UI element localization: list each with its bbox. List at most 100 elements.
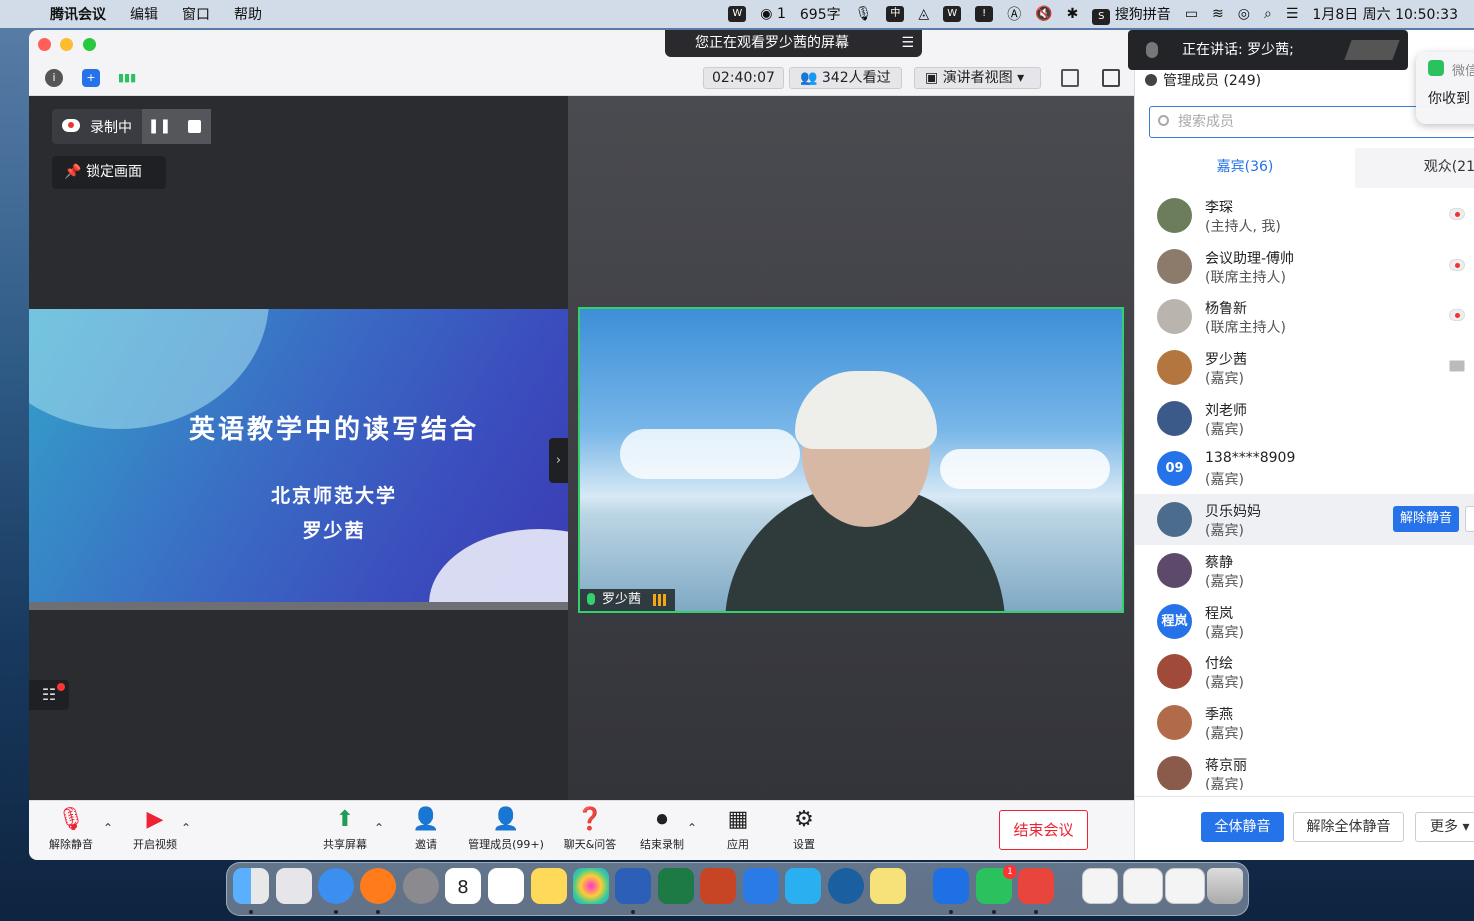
video-options-caret-icon[interactable]: ⌃ xyxy=(181,821,191,835)
menu-help[interactable]: 帮助 xyxy=(234,4,262,24)
wps-icon[interactable] xyxy=(1018,868,1054,904)
minimize-window-button[interactable] xyxy=(60,38,73,51)
member-row[interactable]: 蔡静 (嘉宾) xyxy=(1135,545,1474,596)
member-row[interactable]: 贝乐妈妈 (嘉宾) 解除静音 xyxy=(1135,494,1474,545)
menu-window[interactable]: 窗口 xyxy=(182,4,210,24)
bluetooth-icon[interactable]: ✱ xyxy=(1067,6,1079,22)
slide-author: 罗少茜 xyxy=(302,520,366,542)
zoom-window-button[interactable] xyxy=(83,38,96,51)
member-row[interactable]: 杨鲁新 (联席主持人) xyxy=(1135,291,1474,342)
unmute-all-button[interactable]: 解除全体静音 xyxy=(1293,812,1404,842)
keynote-icon[interactable] xyxy=(743,868,779,904)
member-row[interactable]: 季燕 (嘉宾) xyxy=(1135,697,1474,748)
member-row[interactable]: 程岚 程岚 (嘉宾) xyxy=(1135,596,1474,647)
presenter-video[interactable]: 罗少茜 xyxy=(578,307,1124,613)
wps-icon[interactable]: W xyxy=(728,6,747,22)
launchpad-icon[interactable] xyxy=(276,868,312,904)
menu-app-name[interactable]: 腾讯会议 xyxy=(50,4,106,24)
record-options-caret-icon[interactable]: ⌃ xyxy=(687,821,697,835)
video-off-icon: ▶ xyxy=(146,807,164,832)
mute-icon[interactable]: 🔇 xyxy=(1035,6,1052,22)
apps-button[interactable]: ▦ 应用 xyxy=(723,807,753,852)
fullscreen-icon[interactable] xyxy=(1061,69,1079,87)
mute-all-button[interactable]: 全体静音 xyxy=(1201,812,1284,842)
close-window-button[interactable] xyxy=(38,38,51,51)
stickies-icon[interactable] xyxy=(870,868,906,904)
control-center-icon[interactable]: ☰ xyxy=(1286,6,1299,22)
collapse-video-button[interactable]: › xyxy=(549,438,568,483)
tab-guests[interactable]: 嘉宾(36) xyxy=(1135,148,1355,188)
member-row[interactable]: 罗少茜 (嘉宾) xyxy=(1135,342,1474,393)
recording-label: 录制中 xyxy=(90,120,132,136)
chat-qa-button[interactable]: ❓ 聊天&问答 xyxy=(561,807,619,852)
start-video-button[interactable]: ▶ 开启视频 xyxy=(129,807,181,852)
menu-lines-icon[interactable]: ☰ xyxy=(901,30,914,57)
photos-icon[interactable] xyxy=(573,868,609,904)
firefox-icon[interactable] xyxy=(360,868,396,904)
end-recording-button[interactable]: ⏺ 结束录制 xyxy=(635,807,689,852)
member-list-fab[interactable]: ☷ xyxy=(29,680,69,710)
member-row[interactable]: 蒋京丽 (嘉宾) xyxy=(1135,748,1474,790)
view-mode-dropdown[interactable]: ▣ 演讲者视图 ▾ xyxy=(914,67,1041,89)
sogou-ime[interactable]: S 搜狗拼音 xyxy=(1092,4,1171,25)
system-preferences-icon[interactable] xyxy=(403,868,439,904)
excel-icon[interactable] xyxy=(658,868,694,904)
manage-members-button[interactable]: 👤 管理成员(99+) xyxy=(465,807,547,852)
tab-audience[interactable]: 观众(21 xyxy=(1355,148,1474,188)
wd-drive-icon[interactable]: W xyxy=(943,6,962,22)
document-stack-icon[interactable] xyxy=(1082,868,1118,904)
trash-icon[interactable] xyxy=(1207,868,1243,904)
word-icon[interactable] xyxy=(615,868,651,904)
more-button[interactable]: 更多 ▾ xyxy=(1415,812,1474,842)
side-panel-toggle-icon[interactable] xyxy=(1102,69,1120,87)
invite-button[interactable]: 👤 邀请 xyxy=(409,807,443,852)
wechat-notification[interactable]: 微信 你收到 xyxy=(1416,52,1474,124)
ime-cn-icon[interactable]: 中 xyxy=(886,6,905,22)
share-options-caret-icon[interactable]: ⌃ xyxy=(374,821,384,835)
safari-icon[interactable] xyxy=(318,868,354,904)
share-screen-button[interactable]: ⬆ 共享屏幕 xyxy=(319,807,371,852)
signal-bars-icon[interactable]: ▮▮▮ xyxy=(118,69,136,87)
script-editor-icon[interactable] xyxy=(785,868,821,904)
mic-menubar-icon[interactable]: 🎙 xyxy=(855,6,873,22)
downloads-stack-icon[interactable] xyxy=(1165,868,1205,904)
menu-edit[interactable]: 编辑 xyxy=(130,4,158,24)
tencent-meeting-icon[interactable] xyxy=(933,868,969,904)
spotlight-icon[interactable]: ⌕ xyxy=(1264,6,1272,22)
member-more-button[interactable] xyxy=(1465,506,1474,533)
finder-icon[interactable] xyxy=(233,868,269,904)
watching-banner: 您正在观看罗少茜的屏幕 ☰ xyxy=(665,30,922,57)
reminders-icon[interactable] xyxy=(488,868,524,904)
alert-icon[interactable]: ! xyxy=(975,6,994,22)
avast-icon[interactable]: Ⓐ xyxy=(1007,4,1021,24)
screenshot-stack-icon[interactable] xyxy=(1123,868,1163,904)
view-mode-label: 演讲者视图 ▾ xyxy=(942,70,1025,86)
lock-screen-button[interactable]: 📌 锁定画面 xyxy=(52,156,166,189)
member-row[interactable]: 09 138****8909 (嘉宾) xyxy=(1135,443,1474,494)
settings-button[interactable]: ⚙ 设置 xyxy=(789,807,819,852)
shield-icon[interactable]: + xyxy=(82,69,100,87)
member-row[interactable]: 会议助理-傅帅 (联席主持人) xyxy=(1135,241,1474,292)
viewers-count[interactable]: 👥 342人看过 xyxy=(789,67,902,89)
quicktime-icon[interactable] xyxy=(828,868,864,904)
airplay-icon[interactable]: ◬ xyxy=(918,6,929,22)
member-row[interactable]: 李琛 (主持人, 我) xyxy=(1135,190,1474,241)
wifi-icon[interactable]: ≋ xyxy=(1212,6,1224,22)
member-row[interactable]: 刘老师 (嘉宾) xyxy=(1135,393,1474,444)
unmute-button[interactable]: 🎙 解除静音 xyxy=(47,807,95,852)
end-meeting-button[interactable]: 结束会议 xyxy=(999,810,1088,850)
calendar-icon[interactable]: 8 xyxy=(445,868,481,904)
notes-icon[interactable] xyxy=(531,868,567,904)
member-unmute-button[interactable]: 解除静音 xyxy=(1393,506,1459,533)
clock[interactable]: 1月8日 周六 10:50:33 xyxy=(1312,4,1458,24)
screen-share-icon xyxy=(1449,360,1465,373)
pause-recording-button[interactable]: ❚❚ xyxy=(142,109,177,144)
member-row[interactable]: 付绘 (嘉宾) xyxy=(1135,646,1474,697)
wechat-menubar-icon[interactable]: ◉ 1 xyxy=(760,6,786,22)
battery-icon[interactable]: ▭ xyxy=(1185,6,1198,22)
powerpoint-icon[interactable] xyxy=(700,868,736,904)
user-icon[interactable]: ◎ xyxy=(1238,6,1250,22)
stop-recording-button[interactable] xyxy=(177,109,211,144)
audio-options-caret-icon[interactable]: ⌃ xyxy=(103,821,113,835)
info-icon[interactable]: i xyxy=(45,69,63,87)
